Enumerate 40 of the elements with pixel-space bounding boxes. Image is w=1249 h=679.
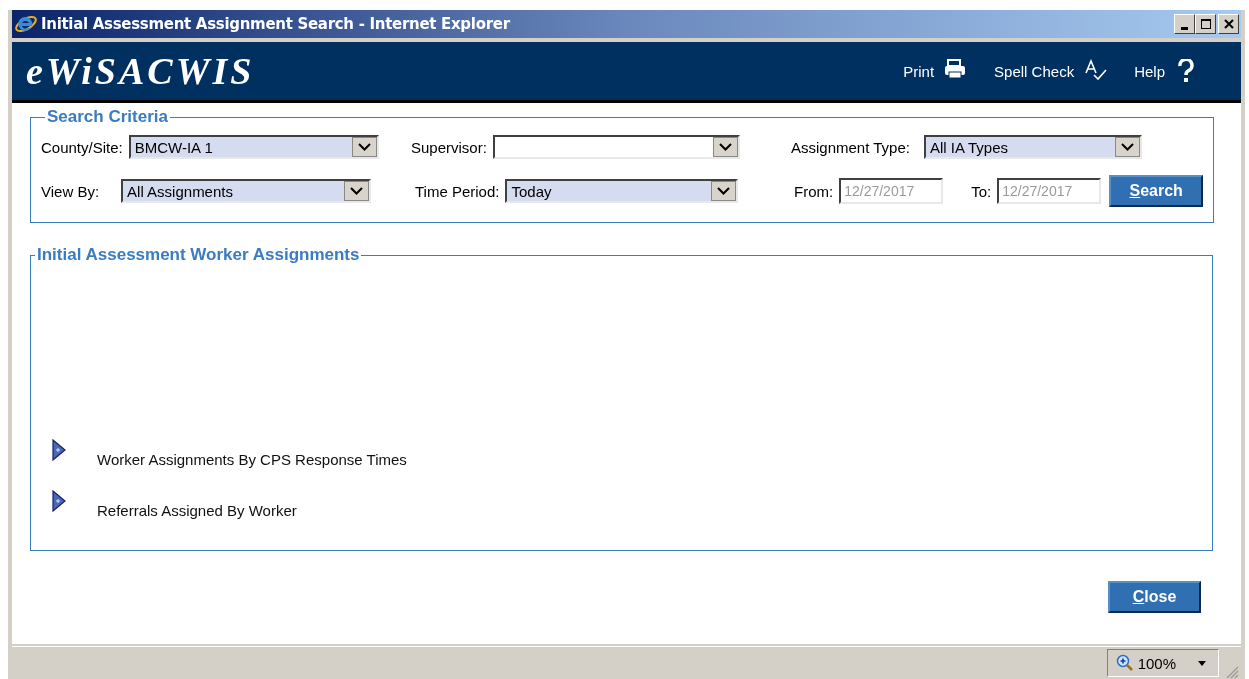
field-label: To: — [971, 182, 992, 200]
minimize-button[interactable] — [1174, 14, 1195, 34]
close-button[interactable]: Close — [1108, 581, 1201, 613]
field-label: From: — [794, 182, 834, 200]
field-label: County/Site: — [41, 138, 123, 156]
expand-arrow-icon[interactable] — [51, 490, 67, 512]
link-label: Print — [903, 62, 935, 80]
panel-title: Initial Assessment Worker Assignments — [36, 245, 361, 265]
maximize-button[interactable] — [1195, 14, 1216, 34]
maximize-icon — [1200, 19, 1211, 29]
spell-check-icon — [1084, 59, 1109, 83]
close-icon — [1223, 19, 1234, 29]
header-link[interactable]: Help — [1134, 59, 1199, 83]
field-label: View By: — [41, 182, 100, 200]
link-label: Help — [1134, 62, 1165, 80]
browser-logo-icon — [14, 13, 38, 35]
dropdown[interactable]: BMCW-IA 1 — [128, 135, 379, 159]
section-link[interactable]: Worker Assignments By CPS Response Times — [97, 451, 407, 468]
section-link[interactable]: Referrals Assigned By Worker — [97, 502, 297, 519]
field-label: Supervisor: — [411, 138, 487, 156]
zoom-control[interactable]: 100% — [1106, 649, 1219, 677]
link-label: Spell Check — [994, 62, 1075, 80]
search-button[interactable]: Search — [1109, 175, 1204, 207]
header-link[interactable]: Print — [903, 59, 969, 83]
app-logo: eWiSACWIS — [26, 49, 255, 93]
dropdown[interactable]: Today — [505, 179, 739, 203]
dropdown[interactable]: All IA Types — [923, 135, 1142, 159]
panel-title: Search Criteria — [46, 107, 169, 127]
field-label: Assignment Type: — [791, 138, 910, 156]
expand-arrow-icon[interactable] — [51, 439, 67, 461]
caret-icon — [1198, 660, 1206, 666]
dropdown[interactable] — [492, 135, 740, 159]
close-button[interactable] — [1218, 14, 1239, 34]
dropdown[interactable]: All Assignments — [121, 179, 372, 203]
resize-grip-icon — [1225, 665, 1239, 679]
minimize-icon — [1181, 26, 1188, 30]
window-title: Initial Assessment Assignment Search - Internet Explorer — [41, 15, 511, 33]
field-label: Time Period: — [415, 182, 500, 200]
zoom-icon — [1115, 654, 1134, 672]
header-link[interactable]: Spell Check — [994, 59, 1109, 83]
